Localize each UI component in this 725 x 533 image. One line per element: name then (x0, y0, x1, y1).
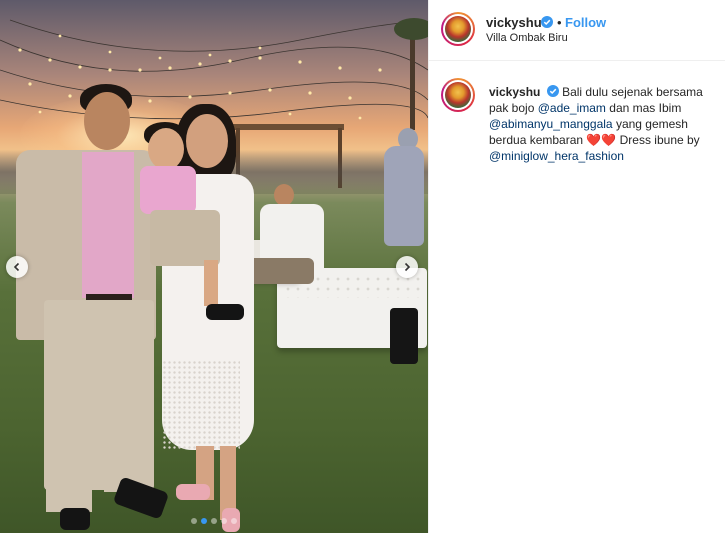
username-link[interactable]: vickyshu (486, 15, 542, 30)
caption-text: vickyshu Bali dulu sejenak bersama pak b… (489, 84, 714, 164)
follow-separator: • (557, 15, 562, 30)
carousel-dot (191, 518, 197, 524)
location-link[interactable]: Villa Ombak Biru (486, 32, 568, 44)
verified-badge-icon (546, 85, 559, 97)
caption-part: Dress ibune by (619, 133, 700, 147)
palm-tree (410, 30, 415, 130)
carousel-dot (221, 518, 227, 524)
carousel-indicator (191, 518, 237, 524)
carousel-dot (201, 518, 207, 524)
post-photo[interactable] (0, 0, 428, 533)
palm-leaves (394, 18, 428, 40)
carousel-dot (211, 518, 217, 524)
mention-link[interactable]: @abimanyu_manggala (489, 117, 613, 131)
caption-avatar[interactable] (441, 78, 475, 112)
black-handbag (390, 308, 418, 364)
carousel-next-button[interactable] (396, 256, 418, 278)
mention-link[interactable]: @miniglow_hera_fashion (489, 149, 624, 163)
profile-avatar[interactable] (441, 12, 475, 46)
post-details-panel: vickyshu • Follow Villa Ombak Biru vicky… (428, 0, 725, 533)
carousel-prev-button[interactable] (6, 256, 28, 278)
carousel-dot (231, 518, 237, 524)
follow-button[interactable]: Follow (565, 15, 606, 30)
caption-username[interactable]: vickyshu (489, 85, 540, 99)
post-header: vickyshu • Follow Villa Ombak Biru (429, 0, 725, 61)
verified-badge-icon (541, 16, 553, 28)
pergola (232, 124, 344, 130)
heart-emoji: ❤️❤️ (586, 133, 617, 147)
chevron-right-icon (404, 262, 411, 272)
caption-part: dan mas Ibim (609, 101, 682, 115)
chevron-left-icon (13, 262, 20, 272)
mention-link[interactable]: @ade_imam (538, 101, 606, 115)
